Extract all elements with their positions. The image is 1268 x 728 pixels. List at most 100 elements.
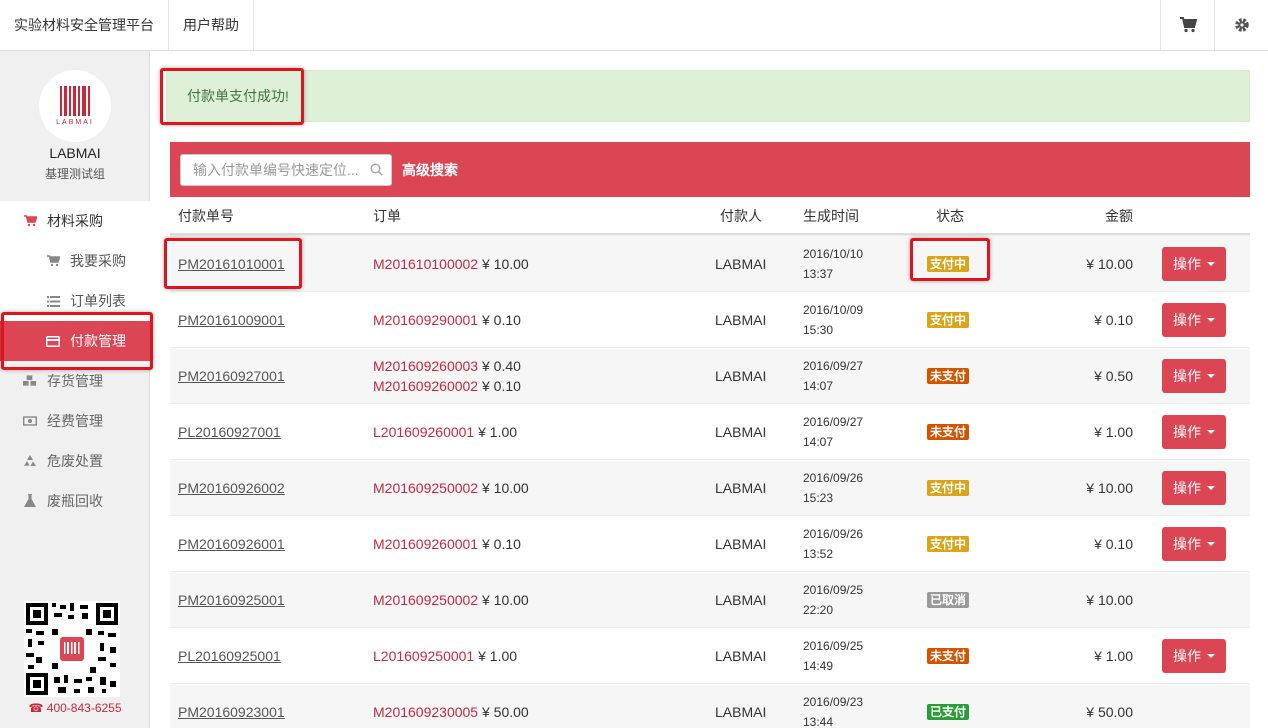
payer-cell: LABMAI — [715, 424, 767, 440]
amount-cell: ¥ 10.00 — [1086, 592, 1133, 608]
created-time: 13:37 — [803, 267, 834, 281]
sidebar-item-funds[interactable]: 经费管理 — [0, 401, 150, 441]
search-bar: 输入付款单编号快速定位... 高级搜索 — [170, 142, 1250, 197]
payment-id-link[interactable]: PM20161009001 — [178, 292, 285, 348]
cart-icon — [46, 254, 60, 268]
order-link[interactable]: M201609230005 — [373, 704, 478, 720]
cart-button[interactable] — [1160, 0, 1214, 50]
order-line: M201609230005 ¥ 50.00 — [373, 702, 529, 722]
search-input[interactable]: 输入付款单编号快速定位... — [180, 153, 392, 186]
flask-icon — [23, 494, 37, 508]
payer-cell: LABMAI — [715, 480, 767, 496]
user-name: LABMAI — [49, 145, 101, 161]
order-link[interactable]: M201609290001 — [373, 312, 478, 328]
op-cell: 操作 — [1162, 348, 1226, 404]
op-cell: 操作 — [1162, 516, 1226, 572]
op-cell: 操作 — [1162, 628, 1226, 684]
caret-down-icon — [1207, 430, 1215, 434]
order-link[interactable]: M201609250002 — [373, 480, 478, 496]
sidebar-item-orders[interactable]: 订单列表 — [0, 281, 150, 321]
created-date: 2016/09/27 — [803, 415, 864, 429]
order-link[interactable]: M201610100002 — [373, 256, 478, 272]
amount-cell: ¥ 10.00 — [1086, 256, 1133, 272]
payment-id-link[interactable]: PM20160925001 — [178, 572, 285, 628]
sidebar-item-payments[interactable]: 付款管理 — [0, 321, 150, 361]
cart-icon — [23, 214, 37, 228]
sidebar-item-inventory[interactable]: 存货管理 — [0, 361, 150, 401]
order-link[interactable]: L201609260001 — [373, 424, 474, 440]
settings-button[interactable] — [1214, 0, 1268, 50]
col-header-amount: 金额 — [1105, 208, 1133, 224]
col-header-payer: 付款人 — [720, 208, 762, 224]
payer-cell: LABMAI — [715, 256, 767, 272]
sidebar-item-bottle-recycle[interactable]: 废瓶回收 — [0, 481, 150, 521]
action-dropdown-button[interactable]: 操作 — [1162, 639, 1226, 673]
order-amount: ¥ 1.00 — [478, 648, 518, 664]
created-date: 2016/09/23 — [803, 695, 864, 709]
advanced-search-link[interactable]: 高级搜索 — [402, 160, 458, 180]
order-link[interactable]: L201609250001 — [373, 648, 474, 664]
sidebar-item-label: 经费管理 — [47, 413, 103, 429]
status-cell: 支付中 — [927, 516, 970, 572]
order-link[interactable]: M201609260002 — [373, 378, 478, 394]
action-dropdown-button[interactable]: 操作 — [1162, 247, 1226, 281]
action-label: 操作 — [1173, 312, 1201, 328]
order-amount: ¥ 0.10 — [482, 312, 521, 328]
created-date: 2016/09/27 — [803, 359, 864, 373]
time-cell: 2016/09/23 13:44 — [803, 684, 863, 728]
sidebar-item-hazwaste[interactable]: 危废处置 — [0, 441, 150, 481]
time-cell: 2016/10/09 15:30 — [803, 292, 863, 348]
search-icon[interactable] — [361, 163, 391, 176]
created-date: 2016/09/26 — [803, 471, 864, 485]
payment-id-link[interactable]: PM20160927001 — [178, 348, 285, 404]
action-dropdown-button[interactable]: 操作 — [1162, 527, 1226, 561]
barcode-logo-icon — [60, 86, 90, 116]
payment-id-link[interactable]: PM20160926001 — [178, 516, 285, 572]
action-dropdown-button[interactable]: 操作 — [1162, 471, 1226, 505]
action-dropdown-button[interactable]: 操作 — [1162, 303, 1226, 337]
order-amount: ¥ 0.40 — [482, 358, 521, 374]
sidebar-item-purchase[interactable]: 材料采购 — [0, 201, 150, 241]
recycle-icon — [23, 454, 37, 468]
search-placeholder: 输入付款单编号快速定位... — [193, 161, 359, 178]
order-link[interactable]: M201609260001 — [373, 536, 478, 552]
caret-down-icon — [1207, 486, 1215, 490]
order-link[interactable]: M201609250002 — [373, 592, 478, 608]
caret-down-icon — [1207, 374, 1215, 378]
top-navbar: 实验材料安全管理平台 用户帮助 — [0, 0, 1268, 51]
sidebar-item-label: 材料采购 — [47, 213, 103, 229]
created-time: 14:07 — [803, 379, 834, 393]
payment-id-link[interactable]: PM20161010001 — [178, 236, 285, 292]
table-header: 付款单号 订单 付款人 生成时间 状态 金额 — [170, 197, 1250, 235]
status-badge: 支付中 — [927, 480, 970, 496]
time-cell: 2016/09/27 14:07 — [803, 348, 863, 404]
action-dropdown-button[interactable]: 操作 — [1162, 415, 1226, 449]
order-line: M201610100002 ¥ 10.00 — [373, 254, 529, 274]
time-cell: 2016/10/10 13:37 — [803, 236, 863, 292]
col-header-id: 付款单号 — [178, 208, 234, 224]
order-line: M201609260002 ¥ 0.10 — [373, 376, 521, 396]
status-cell: 支付中 — [927, 460, 970, 516]
order-amount: ¥ 0.10 — [482, 536, 521, 552]
sidebar-item-buy[interactable]: 我要采购 — [0, 241, 150, 281]
app-title[interactable]: 实验材料安全管理平台 — [0, 0, 169, 50]
table-row: PL20160925001 L201609250001 ¥ 1.00 LABMAI 2… — [170, 627, 1250, 683]
table-row: PL20160927001 L201609260001 ¥ 1.00 LABMAI 2… — [170, 403, 1250, 459]
order-cell: M201609250002 ¥ 10.00 — [373, 460, 529, 516]
time-cell: 2016/09/27 14:07 — [803, 404, 863, 460]
payment-id-link[interactable]: PL20160925001 — [178, 628, 281, 684]
gear-icon — [1234, 18, 1249, 32]
order-cell: M201609260003 ¥ 0.40 M201609260002 ¥ 0.10 — [373, 348, 521, 404]
order-link[interactable]: M201609260003 — [373, 358, 478, 374]
amount-cell: ¥ 0.50 — [1094, 368, 1133, 384]
table-row: PM20160923001 M201609230005 ¥ 50.00 LABMAI… — [170, 683, 1250, 728]
payment-id-link[interactable]: PM20160923001 — [178, 684, 285, 728]
logo: LABMAI — [39, 70, 111, 142]
order-line: L201609250001 ¥ 1.00 — [373, 646, 517, 666]
help-link[interactable]: 用户帮助 — [169, 0, 254, 50]
table-body: PM20161010001 M201610100002 ¥ 10.00 LABMAI… — [170, 235, 1250, 728]
payment-id-link[interactable]: PL20160927001 — [178, 404, 281, 460]
sidebar-item-label: 订单列表 — [70, 293, 126, 309]
payment-id-link[interactable]: PM20160926002 — [178, 460, 285, 516]
action-dropdown-button[interactable]: 操作 — [1162, 359, 1226, 393]
